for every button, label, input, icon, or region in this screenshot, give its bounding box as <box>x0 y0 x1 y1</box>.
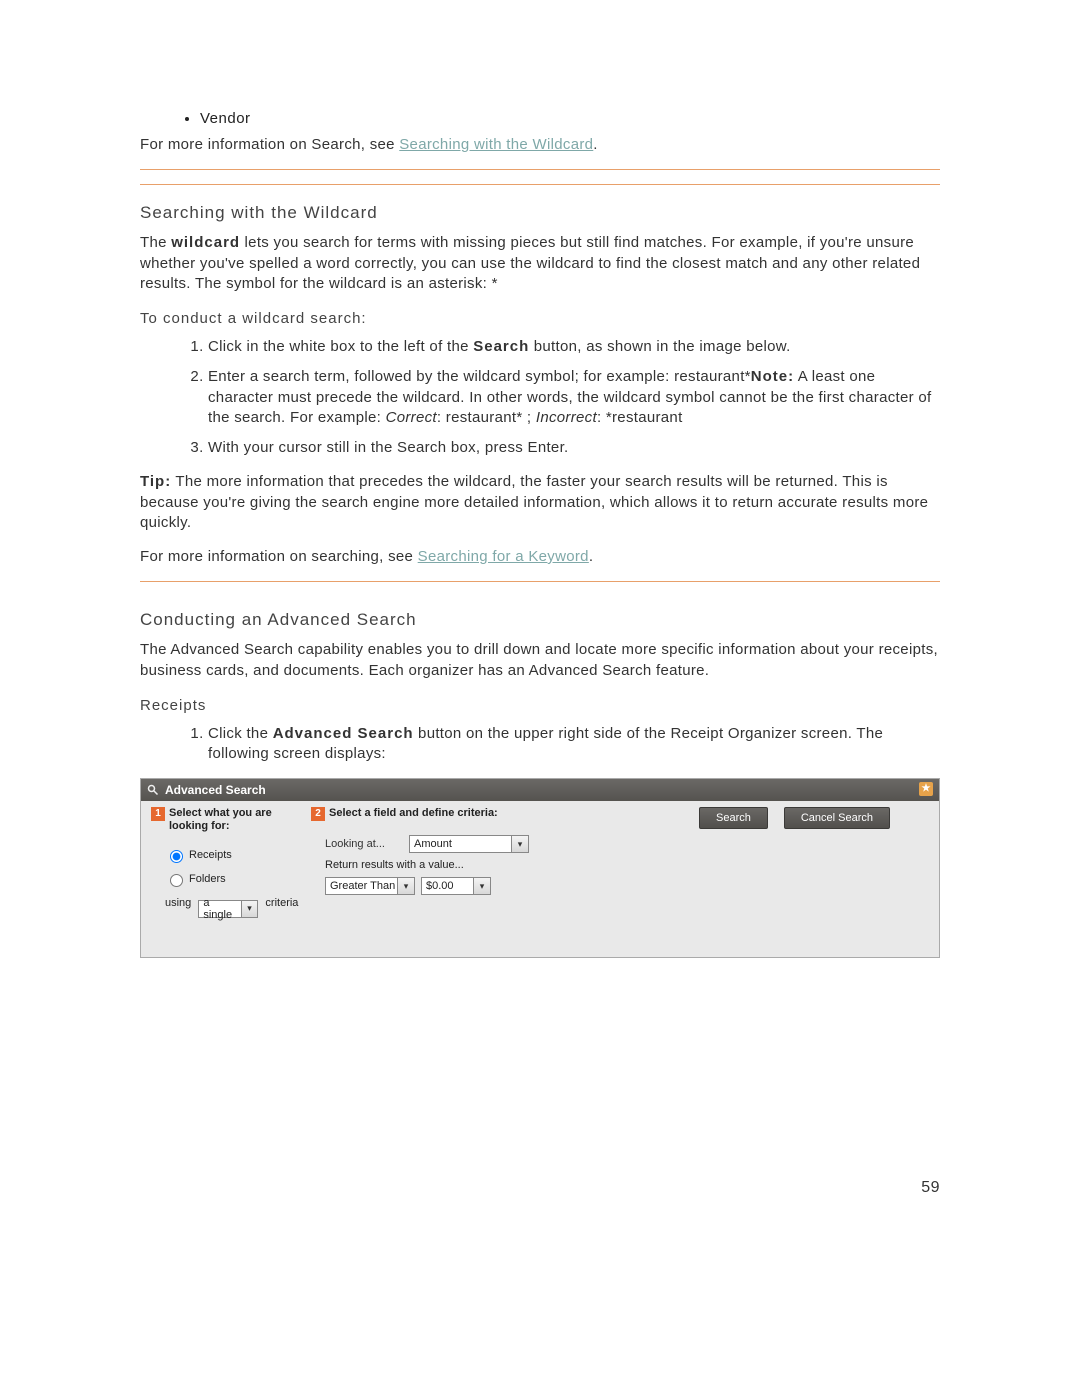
button-column: Search Cancel Search <box>699 807 929 829</box>
divider <box>140 169 940 170</box>
looking-at-value: Amount <box>414 838 452 850</box>
advanced-search-body: 1 Select what you are looking for: Receip… <box>141 801 939 923</box>
step1-label: Select what you are looking for: <box>169 807 289 832</box>
adv-s1-a: Click the <box>208 725 273 742</box>
s2-incorrect-lbl: Incorrect <box>536 409 597 426</box>
criteria-fields: Looking at... Amount ▾ Return results wi… <box>325 835 669 895</box>
radio-folders[interactable]: Folders <box>165 871 311 887</box>
step2-badge: 2 <box>311 807 325 821</box>
operator-select[interactable]: Greater Than ▾ <box>325 877 415 895</box>
s2-correct-val: : restaurant* ; <box>437 409 536 426</box>
value-row: Greater Than ▾ $0.00 ▾ <box>325 877 669 895</box>
using-row: using a single ▾ criteria <box>165 897 311 918</box>
divider <box>140 581 940 582</box>
radio-receipts[interactable]: Receipts <box>165 847 311 863</box>
radio-receipts-input[interactable] <box>170 850 183 863</box>
chevron-down-icon: ▾ <box>397 878 414 894</box>
using-select[interactable]: a single ▾ <box>198 900 258 918</box>
cancel-search-button[interactable]: Cancel Search <box>784 807 890 829</box>
document-page: Vendor For more information on Search, s… <box>0 0 1080 1397</box>
chevron-down-icon: ▾ <box>241 901 258 917</box>
advanced-search-titlebar: Advanced Search ★ <box>141 779 939 801</box>
heading-wildcard: Searching with the Wildcard <box>140 203 940 223</box>
radio-receipts-label: Receipts <box>189 848 232 860</box>
return-results-label: Return results with a value... <box>325 859 464 871</box>
wildcard-para-bold: wildcard <box>171 234 240 251</box>
radio-folders-input[interactable] <box>170 874 183 887</box>
chevron-down-icon: ▾ <box>511 836 528 852</box>
subheading-receipts: Receipts <box>140 697 940 714</box>
s1-c: button, as shown in the image below. <box>529 338 790 355</box>
divider <box>140 184 940 185</box>
tip-label: Tip: <box>140 473 171 490</box>
bullet-list: Vendor <box>140 110 940 127</box>
wildcard-para: The wildcard lets you search for terms w… <box>140 233 940 294</box>
tip-text: The more information that precedes the w… <box>140 473 928 531</box>
search-button[interactable]: Search <box>699 807 768 829</box>
info-prefix: For more information on Search, see <box>140 136 399 153</box>
info-suffix: . <box>593 136 597 153</box>
chevron-down-icon: ▾ <box>473 878 490 894</box>
using-select-value: a single <box>203 897 240 921</box>
value-input[interactable]: $0.00 ▾ <box>421 877 491 895</box>
wildcard-para-rest: lets you search for terms with missing p… <box>140 234 920 292</box>
link-wildcard[interactable]: Searching with the Wildcard <box>399 136 593 153</box>
s2-note: Note: <box>751 368 794 385</box>
radio-group: Receipts Folders <box>165 847 311 887</box>
advanced-search-window: Advanced Search ★ 1 Select what you are l… <box>140 778 940 958</box>
return-results-row: Return results with a value... <box>325 859 669 871</box>
heading-advanced: Conducting an Advanced Search <box>140 610 940 630</box>
advanced-intro: The Advanced Search capability enables y… <box>140 640 940 681</box>
wildcard-steps: Click in the white box to the left of th… <box>140 337 940 458</box>
step2-column: 2 Select a field and define criteria: Loo… <box>311 807 669 901</box>
value-input-value: $0.00 <box>426 880 454 892</box>
subheading-conduct: To conduct a wildcard search: <box>140 310 940 327</box>
s1-b: Search <box>473 338 529 355</box>
using-prefix: using <box>165 897 191 909</box>
step1-column: 1 Select what you are looking for: Receip… <box>151 807 311 917</box>
step-3: With your cursor still in the Search box… <box>208 438 940 458</box>
more-suffix: . <box>589 548 593 565</box>
page-number: 59 <box>921 1179 940 1197</box>
more-prefix: For more information on searching, see <box>140 548 418 565</box>
s2-correct-lbl: Correct <box>386 409 437 426</box>
step-1: Click in the white box to the left of th… <box>208 337 940 357</box>
advanced-search-title: Advanced Search <box>165 783 266 797</box>
adv-s1-b: Advanced Search <box>273 725 414 742</box>
step2-label: Select a field and define criteria: <box>329 807 498 819</box>
s2-a: Enter a search term, followed by the wil… <box>208 368 751 385</box>
step-2: Enter a search term, followed by the wil… <box>208 367 940 428</box>
favorite-icon[interactable]: ★ <box>919 782 933 796</box>
radio-folders-label: Folders <box>189 872 226 884</box>
operator-value: Greater Than <box>330 880 395 892</box>
looking-at-row: Looking at... Amount ▾ <box>325 835 669 853</box>
step1-badge: 1 <box>151 807 165 821</box>
s1-a: Click in the white box to the left of th… <box>208 338 473 355</box>
tip-para: Tip: The more information that precedes … <box>140 472 940 533</box>
advanced-steps: Click the Advanced Search button on the … <box>140 724 940 765</box>
wildcard-para-prefix: The <box>140 234 171 251</box>
using-suffix: criteria <box>265 897 298 909</box>
bullet-item-vendor: Vendor <box>200 110 940 127</box>
adv-step-1: Click the Advanced Search button on the … <box>208 724 940 765</box>
search-icon <box>147 784 159 796</box>
info-line: For more information on Search, see Sear… <box>140 135 940 155</box>
looking-at-select[interactable]: Amount ▾ <box>409 835 529 853</box>
link-keyword[interactable]: Searching for a Keyword <box>418 548 589 565</box>
s2-incorrect-val: : *restaurant <box>597 409 683 426</box>
looking-at-label: Looking at... <box>325 838 403 850</box>
more-info-line: For more information on searching, see S… <box>140 547 940 567</box>
